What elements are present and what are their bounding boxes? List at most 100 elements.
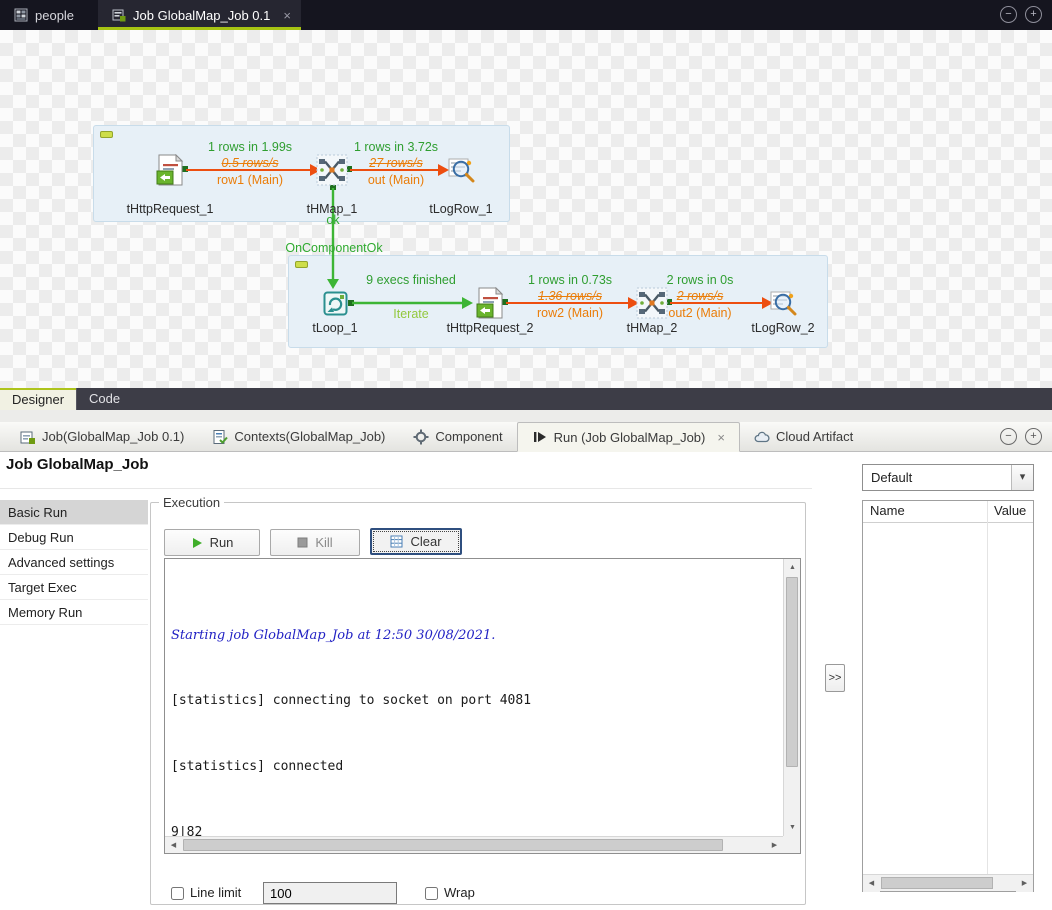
column-header-name[interactable]: Name — [870, 503, 905, 518]
out2-count-label: 2 rows in 0s — [630, 273, 770, 287]
scrollbar-thumb[interactable] — [183, 839, 723, 851]
console-horizontal-scrollbar[interactable]: ◀ ▶ — [165, 836, 783, 853]
tab-designer[interactable]: Designer — [0, 388, 76, 410]
line-limit-checkbox[interactable] — [171, 887, 184, 900]
bottom-panel: Job(GlobalMap_Job 0.1) Contexts(GlobalMa… — [0, 410, 1052, 910]
component-label-tloop1[interactable]: tLoop_1 — [275, 321, 395, 335]
row2-count-label: 1 rows in 0.73s — [500, 273, 640, 287]
tab-component-view[interactable]: Component — [399, 422, 516, 451]
stop-icon — [297, 537, 308, 548]
scroll-left-icon[interactable]: ◀ — [863, 875, 880, 892]
subjob-collapse-icon[interactable] — [100, 131, 113, 138]
scrollbar-thumb[interactable] — [881, 877, 993, 889]
out-count-label: 1 rows in 3.72s — [326, 140, 466, 154]
tab-code[interactable]: Code — [76, 388, 132, 410]
scroll-up-icon[interactable]: ▲ — [784, 559, 801, 576]
tlogrow-icon[interactable] — [770, 289, 797, 316]
run-menu-item[interactable]: Target Exec — [0, 575, 148, 600]
ok-trigger-label: ok — [303, 213, 363, 227]
scroll-right-icon[interactable]: ▶ — [766, 837, 783, 854]
run-view-icon — [532, 429, 548, 445]
view-tabbar-actions: − + — [1000, 428, 1042, 445]
wrap-checkbox[interactable] — [425, 887, 438, 900]
job-title: Job GlobalMap_Job — [6, 456, 149, 473]
row2-connection-label[interactable]: row2 (Main) — [500, 306, 640, 320]
component-label-tlogrow2[interactable]: tLogRow_2 — [723, 321, 843, 335]
context-combo[interactable]: Default ▾ — [862, 464, 1034, 491]
execution-legend: Execution — [159, 495, 224, 510]
tab-people[interactable]: people — [0, 0, 88, 30]
console-line: Starting job GlobalMap_Job at 12:50 30/0… — [171, 628, 777, 644]
maximize-icon[interactable]: + — [1025, 428, 1042, 445]
component-label-thmap2[interactable]: tHMap_2 — [592, 321, 712, 335]
tab-job-globalmap[interactable]: Job GlobalMap_Job 0.1 × — [98, 0, 301, 30]
component-label-thttprequest1[interactable]: tHttpRequest_1 — [110, 202, 230, 216]
table-header: Name Value — [863, 501, 1033, 523]
editor-tabbar: people Job GlobalMap_Job 0.1 × − + — [0, 0, 1052, 30]
line-limit-label: Line limit — [190, 885, 241, 900]
component-gear-icon — [413, 429, 429, 445]
tab-cloud-artifact[interactable]: Cloud Artifact — [740, 422, 867, 451]
close-icon[interactable]: × — [283, 8, 291, 23]
job-view-icon — [20, 429, 36, 445]
maximize-icon[interactable]: + — [1025, 6, 1042, 23]
run-button[interactable]: Run — [164, 529, 260, 556]
scroll-left-icon[interactable]: ◀ — [165, 837, 182, 854]
line-limit-input[interactable] — [263, 882, 397, 904]
clear-button-label: Clear — [410, 534, 441, 549]
contexts-icon — [212, 429, 228, 445]
oncomponentok-label[interactable]: OnComponentOk — [264, 241, 404, 255]
execution-console[interactable]: Starting job GlobalMap_Job at 12:50 30/0… — [164, 558, 801, 854]
run-menu-item[interactable]: Basic Run — [0, 500, 148, 525]
tab-label: Job(GlobalMap_Job 0.1) — [42, 429, 184, 444]
row1-connection-label[interactable]: row1 (Main) — [180, 173, 320, 187]
job-designer-canvas[interactable]: tHttpRequest_1 tHMap_1 tLogRow_1 tLoop_1… — [0, 30, 1052, 388]
tab-label: Job GlobalMap_Job 0.1 — [133, 8, 270, 23]
execution-group: Execution Run Kill Clear — [150, 495, 806, 905]
component-label-tlogrow1[interactable]: tLogRow_1 — [401, 202, 521, 216]
run-view-menu: Basic Run Debug Run Advanced settings Ta… — [0, 500, 148, 625]
title-separator — [0, 488, 812, 489]
minimize-icon[interactable]: − — [1000, 428, 1017, 445]
run-view-content: Job GlobalMap_Job Basic Run Debug Run Ad… — [0, 452, 1052, 910]
tab-run-view[interactable]: Run (Job GlobalMap_Job) × — [517, 422, 740, 452]
column-header-value[interactable]: Value — [994, 503, 1026, 518]
run-menu-item[interactable]: Debug Run — [0, 525, 148, 550]
tab-job-view[interactable]: Job(GlobalMap_Job 0.1) — [6, 422, 198, 451]
cloud-icon — [754, 429, 770, 445]
run-button-label: Run — [210, 535, 234, 550]
console-line: [statistics] connecting to socket on por… — [171, 693, 777, 709]
close-icon[interactable]: × — [717, 430, 725, 445]
subjob-collapse-icon[interactable] — [295, 261, 308, 268]
play-icon — [191, 537, 203, 549]
run-menu-item[interactable]: Advanced settings — [0, 550, 148, 575]
iterate-count-label: 9 execs finished — [341, 273, 481, 287]
console-output[interactable]: Starting job GlobalMap_Job at 12:50 30/0… — [165, 559, 783, 836]
iterate-connection-label[interactable]: Iterate — [341, 307, 481, 321]
expand-panel-button[interactable]: >> — [825, 664, 845, 692]
chevron-down-icon[interactable]: ▾ — [1011, 465, 1033, 490]
scroll-down-icon[interactable]: ▼ — [784, 819, 801, 836]
job-icon — [112, 8, 126, 22]
clear-button[interactable]: Clear — [370, 528, 462, 555]
kill-button-label: Kill — [315, 535, 332, 550]
tab-label: people — [35, 8, 74, 23]
minimize-icon[interactable]: − — [1000, 6, 1017, 23]
console-vertical-scrollbar[interactable]: ▲ ▼ — [783, 559, 800, 836]
row1-rate-label: 0.5 rows/s — [180, 156, 320, 170]
out-connection-label[interactable]: out (Main) — [326, 173, 466, 187]
tab-label: Cloud Artifact — [776, 429, 853, 444]
scroll-right-icon[interactable]: ▶ — [1016, 875, 1033, 892]
run-menu-item[interactable]: Memory Run — [0, 600, 148, 625]
context-variables-table[interactable]: Name Value ◀ ▶ — [862, 500, 1034, 892]
table-horizontal-scrollbar[interactable]: ◀ ▶ — [863, 874, 1033, 891]
designer-code-bar: Designer Code — [0, 388, 1052, 410]
tab-contexts-view[interactable]: Contexts(GlobalMap_Job) — [198, 422, 399, 451]
component-label-thttprequest2[interactable]: tHttpRequest_2 — [430, 321, 550, 335]
talend-studio-window: people Job GlobalMap_Job 0.1 × − + — [0, 0, 1052, 910]
view-tabbar: Job(GlobalMap_Job 0.1) Contexts(GlobalMa… — [0, 422, 1052, 452]
out2-connection-label[interactable]: out2 (Main) — [630, 306, 770, 320]
out-rate-label: 27 rows/s — [326, 156, 466, 170]
kill-button[interactable]: Kill — [270, 529, 360, 556]
scrollbar-thumb[interactable] — [786, 577, 798, 767]
